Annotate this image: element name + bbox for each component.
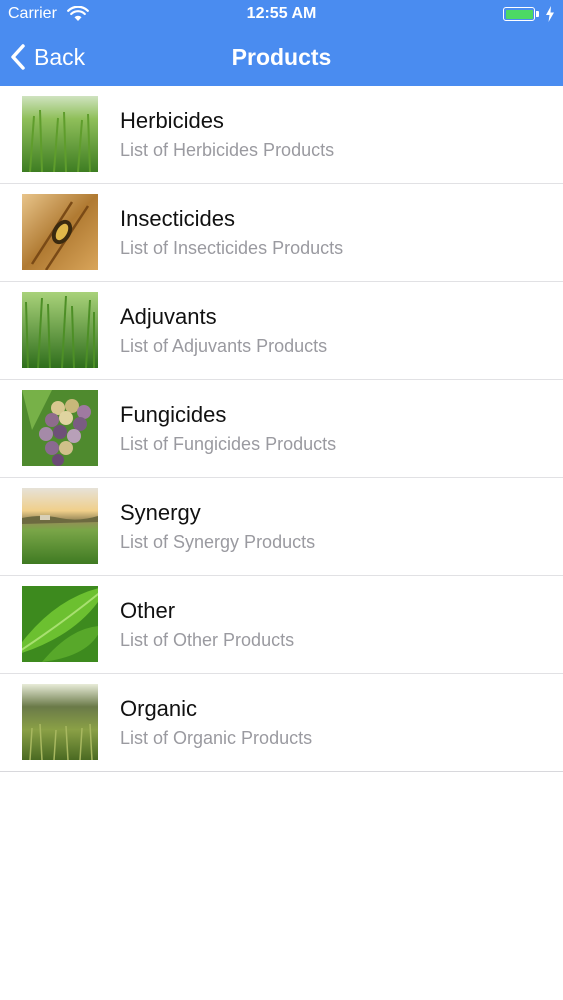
list-item-subtitle: List of Synergy Products (120, 532, 316, 552)
product-category-list: Herbicides List of Herbicides Products I… (0, 86, 563, 772)
list-item-organic[interactable]: Organic List of Organic Products (0, 674, 563, 772)
clock-time: 12:55 AM (246, 5, 317, 22)
list-item-title: Organic (120, 696, 198, 721)
list-item-other[interactable]: Other List of Other Products (0, 576, 563, 674)
list-item-title: Insecticides (120, 206, 235, 231)
list-item-subtitle: List of Other Products (120, 630, 295, 650)
list-item-title: Synergy (120, 500, 201, 525)
list-item-title: Herbicides (120, 108, 224, 133)
list-item-subtitle: List of Organic Products (120, 728, 313, 748)
synergy-thumbnail (22, 488, 98, 564)
list-item-subtitle: List of Herbicides Products (120, 140, 335, 160)
charging-bolt-icon (546, 6, 554, 22)
insecticides-thumbnail (22, 194, 98, 270)
fungicides-thumbnail (22, 390, 98, 466)
list-item-synergy[interactable]: Synergy List of Synergy Products (0, 478, 563, 576)
status-bar: Carrier 12:55 AM (0, 0, 563, 28)
list-item-title: Other (120, 598, 176, 623)
battery-tip (536, 11, 539, 17)
organic-thumbnail (22, 684, 98, 760)
navigation-header: Carrier 12:55 AM Back Products (0, 0, 563, 86)
herbicides-thumbnail (22, 96, 98, 172)
list-item-title: Fungicides (120, 402, 227, 427)
list-item-adjuvants[interactable]: Adjuvants List of Adjuvants Products (0, 282, 563, 380)
list-item-subtitle: List of Fungicides Products (120, 434, 337, 454)
list-item-herbicides[interactable]: Herbicides List of Herbicides Products (0, 86, 563, 184)
list-item-fungicides[interactable]: Fungicides List of Fungicides Products (0, 380, 563, 478)
other-thumbnail (22, 586, 98, 662)
list-item-title: Adjuvants (120, 304, 217, 329)
list-item-subtitle: List of Adjuvants Products (120, 336, 328, 356)
page-title: Products (231, 44, 332, 70)
list-item-subtitle: List of Insecticides Products (120, 238, 344, 258)
adjuvants-thumbnail (22, 292, 98, 368)
list-item-insecticides[interactable]: Insecticides List of Insecticides Produc… (0, 184, 563, 282)
battery-icon (503, 7, 535, 21)
